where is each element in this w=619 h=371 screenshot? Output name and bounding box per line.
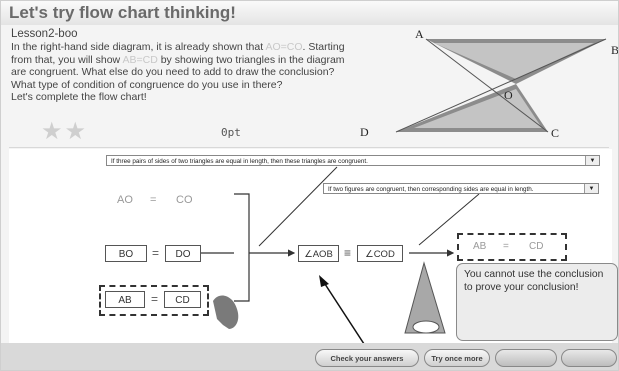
check-answers-button[interactable]: Check your answers — [315, 349, 419, 367]
chevron-down-icon[interactable]: ▼ — [584, 184, 598, 193]
conclusion-left: AB — [473, 241, 487, 252]
hint-bubble: You cannot use the conclusion to prove y… — [456, 263, 618, 341]
hint-text: You cannot use the conclusion to prove y… — [464, 269, 604, 293]
given-left: AO — [117, 194, 133, 206]
character-mouth — [412, 320, 440, 334]
given-right: CO — [176, 194, 193, 206]
blank-button[interactable] — [495, 349, 557, 367]
step2-equals: = — [152, 246, 160, 260]
blank-button[interactable] — [561, 349, 617, 367]
conclusion-right: CD — [529, 241, 544, 252]
angle-right-box[interactable]: ∠COD — [357, 245, 403, 262]
step3-left-box[interactable]: AB — [105, 291, 145, 308]
step3-right-box[interactable]: CD — [164, 291, 201, 308]
pointer-line — [258, 166, 338, 247]
try-again-button[interactable]: Try once more — [424, 349, 490, 367]
consequence-select[interactable]: If two figures are congruent, then corre… — [323, 183, 599, 194]
annotation-arrowhead — [319, 275, 329, 287]
step3-equals: = — [151, 292, 159, 306]
step2-right-box[interactable]: DO — [165, 245, 201, 262]
angle-congruent-sign: ≡ — [344, 246, 352, 260]
bracket-line — [234, 193, 250, 302]
chevron-down-icon[interactable]: ▼ — [585, 156, 599, 165]
angle-left-box[interactable]: ∠AOB — [298, 245, 339, 262]
given-equals: = — [150, 194, 157, 206]
condition-select[interactable]: If three pairs of sides of two triangles… — [106, 155, 600, 166]
conclusion-equals: = — [503, 241, 509, 252]
app-window: Let's try flow chart thinking! Lesson2-b… — [0, 0, 619, 371]
step2-left-box[interactable]: BO — [105, 245, 147, 262]
